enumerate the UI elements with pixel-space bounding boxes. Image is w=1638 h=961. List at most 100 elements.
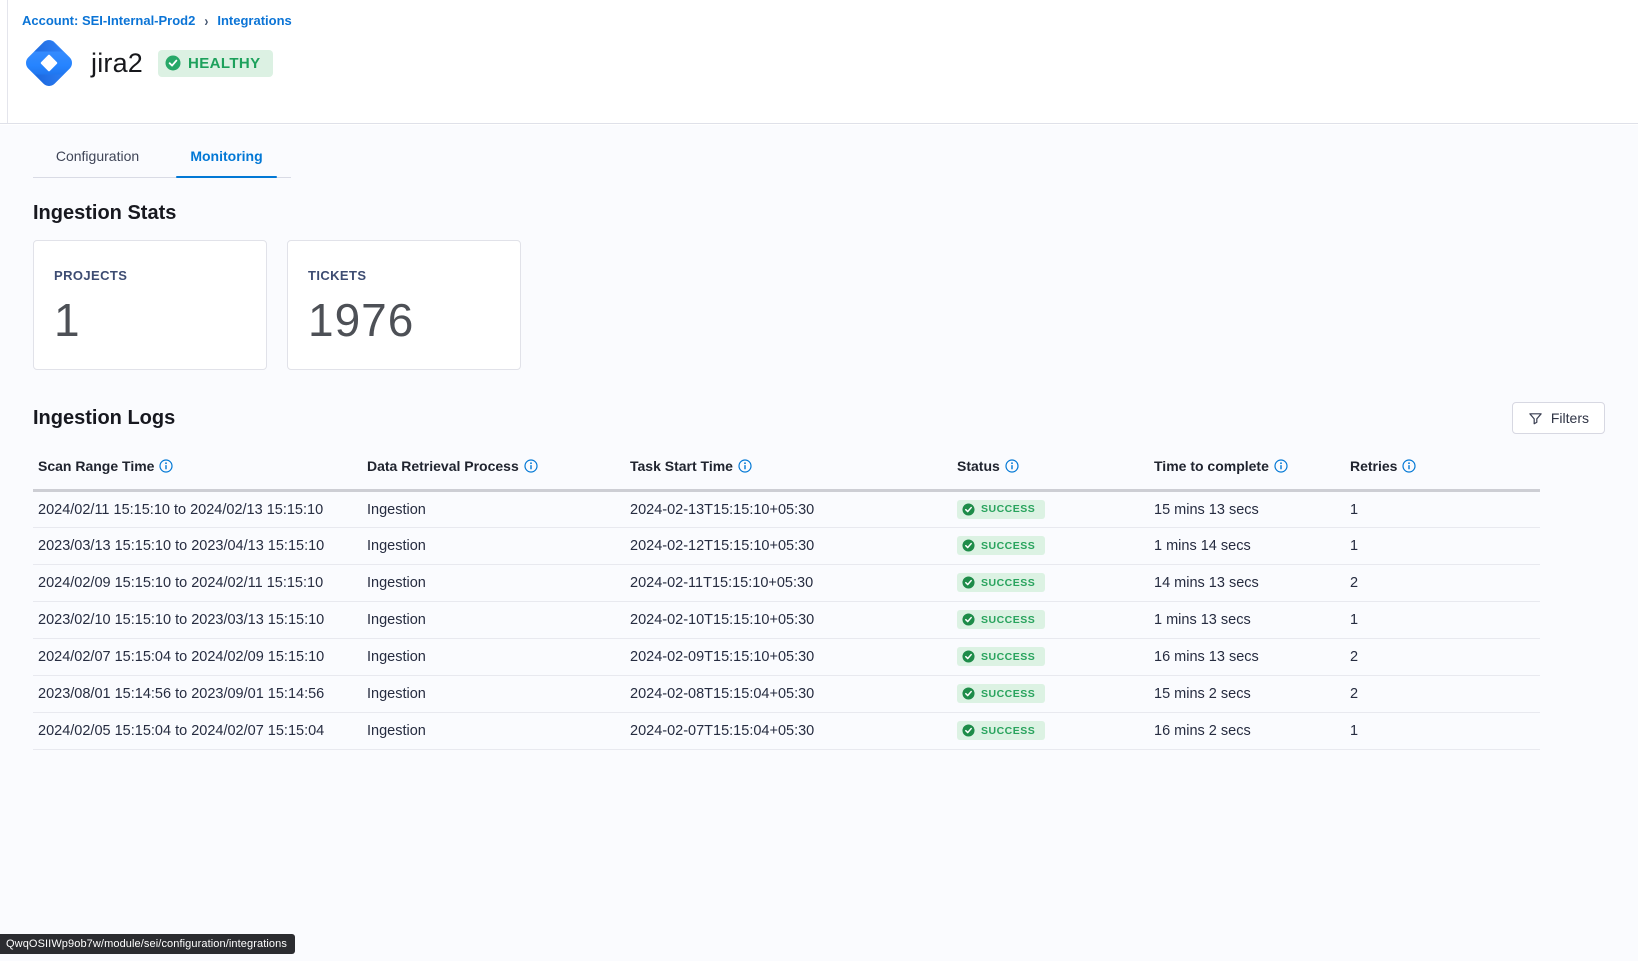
status-label: SUCCESS bbox=[981, 540, 1035, 552]
filter-funnel-icon bbox=[1528, 411, 1543, 426]
log-row: 2024/02/11 15:15:10 to 2024/02/13 15:15:… bbox=[33, 491, 1540, 528]
health-status-badge: HEALTHY bbox=[158, 50, 273, 77]
info-icon[interactable] bbox=[159, 459, 173, 476]
status-url-tooltip: QwqOSIIWp9ob7w/module/sei/configuration/… bbox=[0, 934, 295, 954]
process-cell: Ingestion bbox=[362, 602, 625, 639]
time-to-complete-cell: 1 mins 13 secs bbox=[1149, 602, 1345, 639]
column-status: Status bbox=[952, 448, 1149, 491]
column-task-start-time: Task Start Time bbox=[625, 448, 952, 491]
status-cell: SUCCESS bbox=[952, 602, 1149, 639]
main-content: Configuration Monitoring Ingestion Stats… bbox=[0, 125, 1638, 961]
status-badge: SUCCESS bbox=[957, 500, 1045, 519]
integration-title: jira2 bbox=[91, 48, 143, 79]
status-label: SUCCESS bbox=[981, 577, 1035, 589]
time-to-complete-cell: 14 mins 13 secs bbox=[1149, 565, 1345, 602]
page-header: Account: SEI-Internal-Prod2 › Integratio… bbox=[0, 0, 1638, 124]
column-data-retrieval-process: Data Retrieval Process bbox=[362, 448, 625, 491]
status-cell: SUCCESS bbox=[952, 565, 1149, 602]
success-check-icon bbox=[962, 650, 975, 663]
tab-configuration[interactable]: Configuration bbox=[33, 140, 162, 177]
scan-range-cell: 2023/08/01 15:14:56 to 2023/09/01 15:14:… bbox=[33, 676, 362, 713]
ingestion-stats-heading: Ingestion Stats bbox=[33, 202, 1638, 225]
retries-cell: 2 bbox=[1345, 565, 1540, 602]
ingestion-logs-table: Scan Range Time Data Retrieval Process T… bbox=[33, 448, 1540, 750]
scan-range-cell: 2024/02/07 15:15:04 to 2024/02/09 15:15:… bbox=[33, 639, 362, 676]
stat-card-projects: PROJECTS 1 bbox=[33, 240, 267, 370]
ingestion-logs-heading: Ingestion Logs bbox=[33, 407, 175, 430]
stat-card-tickets: TICKETS 1976 bbox=[287, 240, 521, 370]
status-cell: SUCCESS bbox=[952, 528, 1149, 565]
filters-button-label: Filters bbox=[1551, 410, 1589, 426]
scan-range-cell: 2024/02/11 15:15:10 to 2024/02/13 15:15:… bbox=[33, 491, 362, 528]
column-retries: Retries bbox=[1345, 448, 1540, 491]
column-time-to-complete: Time to complete bbox=[1149, 448, 1345, 491]
process-cell: Ingestion bbox=[362, 528, 625, 565]
status-badge: SUCCESS bbox=[957, 647, 1045, 666]
status-label: SUCCESS bbox=[981, 614, 1035, 626]
status-badge: SUCCESS bbox=[957, 721, 1045, 740]
jira-logo-icon bbox=[22, 36, 76, 90]
breadcrumb-integrations-link[interactable]: Integrations bbox=[217, 13, 291, 28]
info-icon[interactable] bbox=[1274, 459, 1288, 476]
success-check-icon bbox=[962, 503, 975, 516]
integration-header: jira2 HEALTHY bbox=[22, 36, 1638, 90]
status-cell: SUCCESS bbox=[952, 491, 1149, 528]
success-check-icon bbox=[962, 724, 975, 737]
log-row: 2024/02/09 15:15:10 to 2024/02/11 15:15:… bbox=[33, 565, 1540, 602]
task-start-cell: 2024-02-10T15:15:10+05:30 bbox=[625, 602, 952, 639]
success-check-icon bbox=[962, 576, 975, 589]
status-label: SUCCESS bbox=[981, 651, 1035, 663]
ingestion-logs-header: Ingestion Logs Filters bbox=[33, 402, 1605, 434]
retries-cell: 1 bbox=[1345, 602, 1540, 639]
time-to-complete-cell: 16 mins 2 secs bbox=[1149, 713, 1345, 750]
time-to-complete-cell: 1 mins 14 secs bbox=[1149, 528, 1345, 565]
stat-cards: PROJECTS 1 TICKETS 1976 bbox=[33, 240, 1638, 370]
status-cell: SUCCESS bbox=[952, 713, 1149, 750]
column-scan-range-time: Scan Range Time bbox=[33, 448, 362, 491]
stat-card-label: PROJECTS bbox=[54, 268, 266, 283]
retries-cell: 2 bbox=[1345, 639, 1540, 676]
logs-table-body: 2024/02/11 15:15:10 to 2024/02/13 15:15:… bbox=[33, 491, 1540, 750]
retries-cell: 1 bbox=[1345, 713, 1540, 750]
tab-monitoring[interactable]: Monitoring bbox=[162, 140, 291, 177]
filters-button[interactable]: Filters bbox=[1512, 402, 1605, 434]
breadcrumb: Account: SEI-Internal-Prod2 › Integratio… bbox=[22, 13, 1638, 28]
status-badge: SUCCESS bbox=[957, 684, 1045, 703]
time-to-complete-cell: 15 mins 2 secs bbox=[1149, 676, 1345, 713]
retries-cell: 1 bbox=[1345, 491, 1540, 528]
log-row: 2023/02/10 15:15:10 to 2023/03/13 15:15:… bbox=[33, 602, 1540, 639]
status-badge: SUCCESS bbox=[957, 610, 1045, 629]
info-icon[interactable] bbox=[1402, 459, 1416, 476]
task-start-cell: 2024-02-09T15:15:10+05:30 bbox=[625, 639, 952, 676]
task-start-cell: 2024-02-11T15:15:10+05:30 bbox=[625, 565, 952, 602]
info-icon[interactable] bbox=[524, 459, 538, 476]
status-cell: SUCCESS bbox=[952, 676, 1149, 713]
breadcrumb-chevron-icon: › bbox=[204, 12, 208, 29]
log-row: 2023/03/13 15:15:10 to 2023/04/13 15:15:… bbox=[33, 528, 1540, 565]
breadcrumb-account-link[interactable]: Account: SEI-Internal-Prod2 bbox=[22, 13, 195, 28]
process-cell: Ingestion bbox=[362, 713, 625, 750]
process-cell: Ingestion bbox=[362, 491, 625, 528]
scan-range-cell: 2024/02/05 15:15:04 to 2024/02/07 15:15:… bbox=[33, 713, 362, 750]
tab-bar: Configuration Monitoring bbox=[33, 140, 291, 178]
task-start-cell: 2024-02-08T15:15:04+05:30 bbox=[625, 676, 952, 713]
status-label: SUCCESS bbox=[981, 725, 1035, 737]
log-row: 2023/08/01 15:14:56 to 2023/09/01 15:14:… bbox=[33, 676, 1540, 713]
stat-card-value: 1 bbox=[54, 293, 266, 347]
time-to-complete-cell: 16 mins 13 secs bbox=[1149, 639, 1345, 676]
retries-cell: 1 bbox=[1345, 528, 1540, 565]
info-icon[interactable] bbox=[1005, 459, 1019, 476]
scan-range-cell: 2023/02/10 15:15:10 to 2023/03/13 15:15:… bbox=[33, 602, 362, 639]
logs-table-header-row: Scan Range Time Data Retrieval Process T… bbox=[33, 448, 1540, 491]
info-icon[interactable] bbox=[738, 459, 752, 476]
task-start-cell: 2024-02-13T15:15:10+05:30 bbox=[625, 491, 952, 528]
stat-card-value: 1976 bbox=[308, 293, 520, 347]
process-cell: Ingestion bbox=[362, 639, 625, 676]
log-row: 2024/02/07 15:15:04 to 2024/02/09 15:15:… bbox=[33, 639, 1540, 676]
nav-edge-divider bbox=[7, 0, 8, 123]
process-cell: Ingestion bbox=[362, 676, 625, 713]
status-label: SUCCESS bbox=[981, 688, 1035, 700]
status-badge: SUCCESS bbox=[957, 536, 1045, 555]
success-check-icon bbox=[962, 687, 975, 700]
task-start-cell: 2024-02-07T15:15:04+05:30 bbox=[625, 713, 952, 750]
